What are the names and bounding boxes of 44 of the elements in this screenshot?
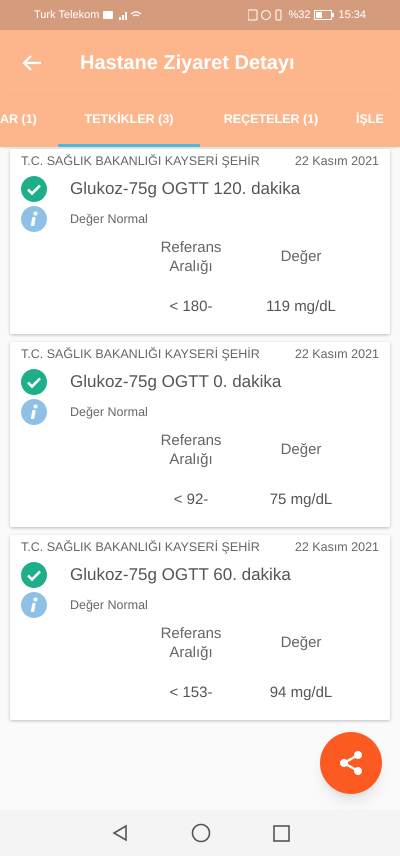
test-name: Glukoz-75g OGTT 60. dakika [70, 564, 291, 586]
carrier-name: Turk Telekom [34, 8, 100, 23]
back-arrow-icon [22, 54, 42, 72]
info-icon [21, 399, 47, 425]
reference-range: < 92- [174, 490, 208, 510]
battery-percent: %32 [288, 8, 310, 23]
result-value: 75 mg/dL [270, 490, 332, 510]
check-icon [21, 176, 47, 202]
clock-time: 15:34 [338, 8, 366, 23]
result-value: 119 mg/dL [266, 297, 336, 317]
test-name: Glukoz-75g OGTT 120. dakika [70, 178, 300, 200]
battery-icon [314, 10, 334, 20]
check-icon [21, 562, 47, 588]
value-header: Değer [280, 632, 322, 653]
reference-range: < 153- [170, 683, 212, 703]
test-name: Glukoz-75g OGTT 0. dakika [70, 371, 282, 394]
result-date: 22 Kasım 2021 [294, 539, 379, 556]
reference-header: Referans Aralığı [160, 431, 222, 469]
signal-icon [103, 9, 144, 21]
reference-header: Referans Aralığı [160, 238, 222, 276]
tab[interactable]: İŞLE [342, 95, 400, 147]
hospital-name: T.C. SAĞLIK BAKANLIĞI KAYSERİ ŞEHİR [21, 153, 260, 170]
tab[interactable]: AR (1) [0, 95, 58, 147]
back-nav-icon[interactable] [110, 824, 128, 842]
status-text: Değer Normal [70, 596, 148, 614]
status-text: Değer Normal [70, 404, 148, 421]
value-header: Değer [280, 440, 322, 460]
share-icon [337, 749, 365, 777]
check-icon [21, 369, 47, 395]
info-icon [21, 592, 47, 618]
value-header: Değer [280, 246, 322, 267]
hospital-name: T.C. SAĞLIK BAKANLIĞI KAYSERİ ŞEHİR [21, 346, 260, 363]
info-icon [21, 206, 47, 232]
result-value: 94 mg/dL [270, 683, 332, 703]
home-nav-icon[interactable] [190, 823, 210, 843]
tab[interactable]: REÇETELER (1) [200, 95, 342, 147]
result-date: 22 Kasım 2021 [294, 346, 379, 363]
status-text: Değer Normal [70, 210, 148, 228]
reference-range: < 180- [170, 297, 212, 317]
recents-nav-icon[interactable] [272, 824, 290, 842]
reference-header: Referans Aralığı [160, 624, 222, 662]
page-title: Hastane Ziyaret Detayı [80, 50, 295, 76]
hospital-name: T.C. SAĞLIK BAKANLIĞI KAYSERİ ŞEHİR [21, 539, 260, 556]
result-date: 22 Kasım 2021 [294, 153, 379, 170]
